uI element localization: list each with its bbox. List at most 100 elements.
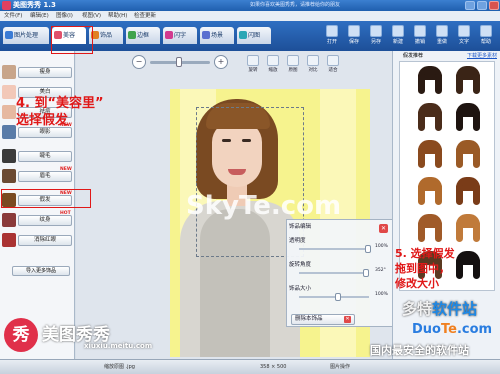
zoom-slider-thumb[interactable] <box>176 57 182 67</box>
import-accessories-button[interactable]: 导入更多饰品 <box>12 266 70 276</box>
size-slider-thumb[interactable] <box>335 293 341 301</box>
eyeshadow-button[interactable]: 眼影 <box>18 127 72 138</box>
tab-accessories[interactable]: 饰品 <box>89 27 123 44</box>
step5-line3: 修改大小 <box>395 277 439 290</box>
new-button[interactable]: 新建 <box>388 25 408 49</box>
wig-hair-shape <box>473 185 480 205</box>
rotation-slider[interactable] <box>299 272 369 274</box>
red-eye-button[interactable]: 消除红眼 <box>18 235 72 246</box>
eyebrow-thumbnail-icon <box>2 169 16 183</box>
save-button[interactable]: 保存 <box>344 25 364 49</box>
wig-hair-shape <box>473 259 480 279</box>
close-icon[interactable]: ✕ <box>379 224 388 233</box>
size-label: 饰品大小 <box>289 286 312 292</box>
slim-button[interactable]: 瘦身 <box>18 67 72 78</box>
menu-check-update[interactable]: 检查更新 <box>134 11 156 21</box>
tattoo-button[interactable]: 纹身 <box>18 215 72 226</box>
original-button[interactable]: 原图 <box>284 55 302 77</box>
wig-thumbnail-2[interactable] <box>454 66 482 96</box>
undo-button[interactable]: 撤销 <box>410 25 430 49</box>
window-title: 美图秀秀 1.3 <box>13 1 56 9</box>
image-processing-icon <box>5 31 13 39</box>
wig-gallery-title: 假发推荐 <box>403 53 424 59</box>
duote-watermark-en: DuoTe.com <box>412 322 492 337</box>
tool-item-eyebrow[interactable]: 眉毛 NEW <box>2 167 74 187</box>
eyebrow-button[interactable]: 眉毛 <box>18 171 72 182</box>
wig-thumbnail-5[interactable] <box>416 140 444 170</box>
red-eye-thumbnail-icon <box>2 233 16 247</box>
resize-icon <box>267 55 279 66</box>
frames-icon <box>128 31 136 39</box>
delete-accessory-button[interactable]: 删除本饰品 ✕ <box>291 314 355 325</box>
opacity-slider[interactable] <box>299 248 369 250</box>
tab-label: 闪图 <box>248 32 261 39</box>
wig-hair-shape <box>418 111 425 131</box>
wig-hair-shape <box>456 185 463 205</box>
tab-flash-image[interactable]: 闪图 <box>237 27 271 44</box>
save-label: 保存 <box>348 39 359 45</box>
wig-thumbnail-12[interactable] <box>454 251 482 281</box>
resize-button[interactable]: 缩放 <box>264 55 282 77</box>
opacity-row: 透明度 100% <box>287 236 393 256</box>
open-button[interactable]: 打开 <box>322 25 342 49</box>
minimize-button[interactable] <box>465 1 475 10</box>
flash-text-icon <box>165 31 173 39</box>
close-button[interactable] <box>489 1 499 10</box>
download-more-link[interactable]: 下载更多素材 <box>467 51 497 61</box>
duote-suffix-cn: 软件站 <box>432 300 478 318</box>
duote-en-a: Duo <box>412 322 441 337</box>
wig-thumbnail-3[interactable] <box>416 103 444 133</box>
wig-hair-shape <box>473 222 480 242</box>
duote-slogan: 国内最安全的软件站 <box>370 344 469 357</box>
undo-icon <box>414 25 426 37</box>
tattoo-thumbnail-icon <box>2 213 16 227</box>
help-button[interactable]: 帮助 <box>476 25 496 49</box>
zoom-in-icon[interactable]: + <box>214 55 228 69</box>
undo-label: 撤销 <box>414 39 425 45</box>
wig-thumbnail-7[interactable] <box>416 177 444 207</box>
redo-label: 重做 <box>436 39 447 45</box>
redo-button[interactable]: 重做 <box>432 25 452 49</box>
menu-help[interactable]: 帮助(H) <box>108 11 127 21</box>
size-slider[interactable] <box>299 296 369 298</box>
tab-flash-text[interactable]: 闪字 <box>163 27 197 44</box>
wig-thumbnail-6[interactable] <box>454 140 482 170</box>
wig-thumbnail-8[interactable] <box>454 177 482 207</box>
edit-panel-header: 饰品编辑 ✕ <box>287 222 393 233</box>
wig-thumbnail-9[interactable] <box>416 214 444 244</box>
maximize-button[interactable] <box>477 1 487 10</box>
edit-panel-title: 饰品编辑 <box>289 224 312 230</box>
rotation-slider-thumb[interactable] <box>363 269 369 277</box>
title-bar: 美图秀秀 1.3 如果你喜欢美图秀秀，请推荐给你的朋友 <box>0 0 500 11</box>
tab-label: 边框 <box>137 32 150 39</box>
tool-item-tattoo[interactable]: 纹身 HOT <box>2 211 74 231</box>
zoom-out-icon[interactable]: − <box>132 55 146 69</box>
compare-button[interactable]: 对比 <box>304 55 322 77</box>
tab-image-processing[interactable]: 图片处理 <box>3 27 49 44</box>
app-logo-icon <box>2 1 11 10</box>
tab-scenes[interactable]: 场景 <box>200 27 234 44</box>
wig-thumbnail-10[interactable] <box>454 214 482 244</box>
tab-frames[interactable]: 边框 <box>126 27 160 44</box>
new-badge: NEW <box>60 167 72 172</box>
tool-item-red-eye[interactable]: 消除红眼 <box>2 231 74 251</box>
size-value: 100% <box>375 292 388 297</box>
rotate-icon <box>247 55 259 66</box>
save-as-button[interactable]: 另存 <box>366 25 386 49</box>
menu-view[interactable]: 视图(V) <box>82 11 101 21</box>
rotate-button[interactable]: 旋转 <box>244 55 262 77</box>
menu-image[interactable]: 图像(I) <box>56 11 73 21</box>
status-filename: 缩放原图 .jpg <box>104 364 135 370</box>
eyelash-button[interactable]: 睫毛 <box>18 151 72 162</box>
fit-button[interactable]: 适合 <box>324 55 342 77</box>
hot-badge: HOT <box>60 211 71 216</box>
wig-thumbnail-1[interactable] <box>416 66 444 96</box>
text-button[interactable]: 文字 <box>454 25 474 49</box>
tool-item-eyelash[interactable]: 睫毛 <box>2 147 74 167</box>
opacity-slider-thumb[interactable] <box>365 245 371 253</box>
help-icon <box>480 25 492 37</box>
wig-thumbnail-4[interactable] <box>454 103 482 133</box>
menu-edit[interactable]: 编辑(E) <box>30 11 49 21</box>
tool-item-slim[interactable]: 瘦身 <box>2 63 74 83</box>
menu-file[interactable]: 文件(F) <box>4 11 22 21</box>
